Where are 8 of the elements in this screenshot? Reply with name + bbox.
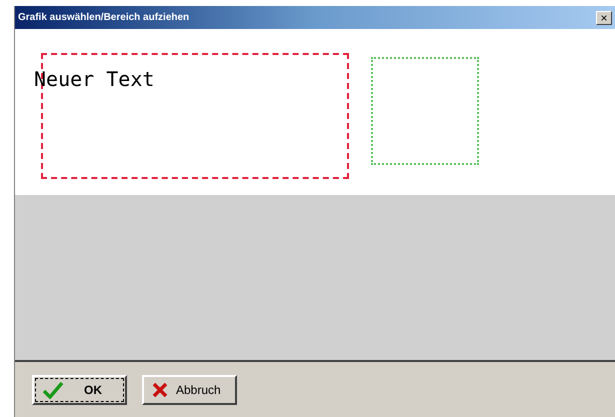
check-icon bbox=[42, 380, 64, 398]
selection-area[interactable] bbox=[371, 57, 479, 165]
cancel-button[interactable]: Abbruch bbox=[142, 374, 237, 404]
ok-button[interactable]: OK bbox=[32, 374, 127, 404]
window-title: Grafik auswählen/Bereich aufziehen bbox=[18, 11, 190, 25]
frame-text: Neuer Text bbox=[34, 69, 154, 89]
cross-icon bbox=[152, 382, 168, 398]
close-button[interactable]: × bbox=[596, 10, 612, 24]
